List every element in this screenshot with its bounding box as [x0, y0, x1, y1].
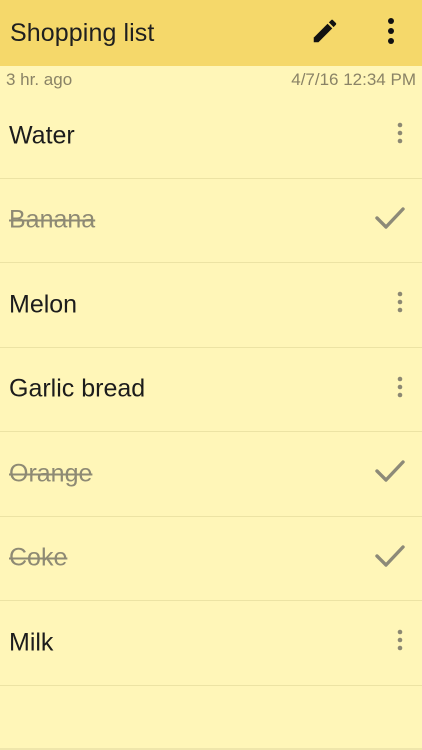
more-vertical-icon — [387, 17, 395, 50]
list-item[interactable]: Garlic bread — [0, 348, 422, 432]
item-label: Melon — [9, 290, 78, 319]
more-vertical-icon — [397, 122, 403, 149]
item-label: Orange — [9, 459, 93, 488]
more-vertical-icon — [397, 291, 403, 318]
more-vertical-icon — [397, 376, 403, 403]
pencil-icon — [310, 16, 340, 51]
list-item[interactable]: Coke — [0, 517, 422, 601]
app-bar: Shopping list — [0, 0, 422, 66]
item-menu-button[interactable] — [380, 369, 420, 409]
note-screen: Shopping list 3 hr. ago 4/7/16 12:34 PM — [0, 0, 422, 750]
more-options-button[interactable] — [372, 14, 410, 52]
item-label: Water — [9, 121, 75, 150]
check-icon — [375, 206, 405, 235]
item-menu-button[interactable] — [380, 116, 420, 156]
relative-time: 3 hr. ago — [6, 70, 73, 89]
item-label: Coke — [9, 543, 68, 572]
list-item[interactable]: Milk — [0, 601, 422, 686]
list-item[interactable]: Melon — [0, 263, 422, 348]
more-vertical-icon — [397, 629, 403, 656]
check-icon — [375, 459, 405, 488]
item-menu-button[interactable] — [380, 285, 420, 325]
note-meta: 3 hr. ago 4/7/16 12:34 PM — [0, 66, 422, 94]
check-icon — [375, 544, 405, 573]
item-label: Garlic bread — [9, 374, 146, 403]
list-item[interactable]: Banana — [0, 179, 422, 263]
item-checked-toggle[interactable] — [370, 200, 410, 240]
item-menu-button[interactable] — [380, 623, 420, 663]
note-title: Shopping list — [10, 18, 155, 47]
item-label: Milk — [9, 628, 54, 657]
edit-button[interactable] — [306, 14, 344, 52]
timestamp: 4/7/16 12:34 PM — [291, 70, 416, 89]
list-item[interactable]: Orange — [0, 432, 422, 517]
item-checked-toggle[interactable] — [370, 454, 410, 494]
item-checked-toggle[interactable] — [370, 538, 410, 578]
item-label: Banana — [9, 205, 96, 234]
checklist: Water Banana Melon Garlic bread Orange C… — [0, 94, 422, 686]
list-item[interactable]: Water — [0, 94, 422, 179]
